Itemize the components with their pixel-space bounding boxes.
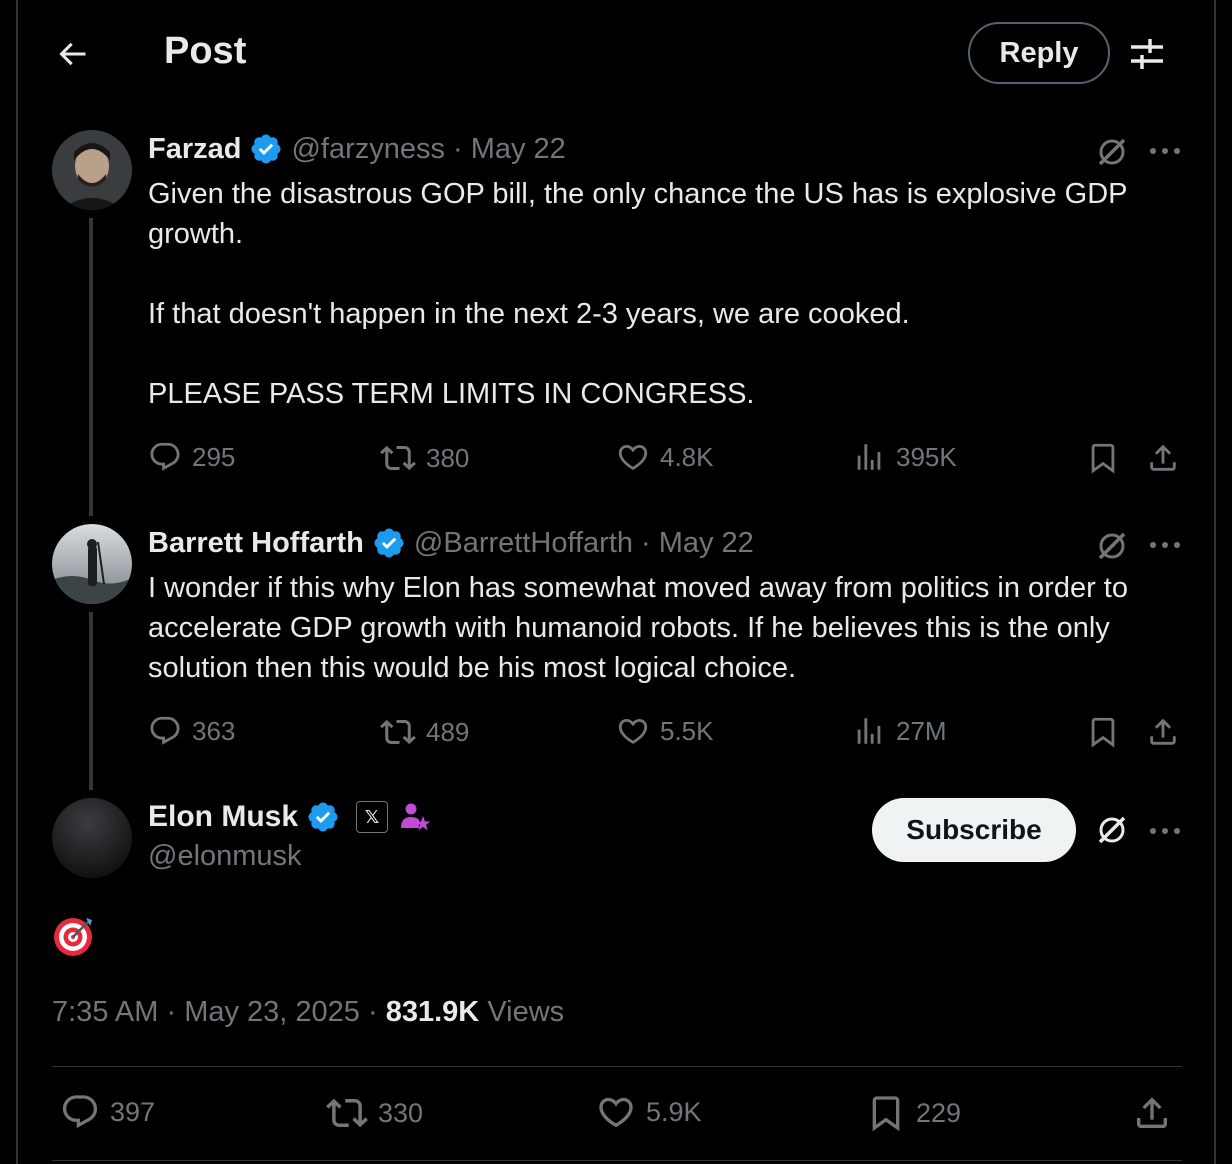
post-date[interactable]: May 23, 2025	[184, 996, 360, 1028]
author-handle[interactable]: @elonmusk	[148, 840, 302, 873]
views-action[interactable]: 27M	[852, 714, 947, 748]
bookmark-action[interactable]: 229	[866, 1092, 961, 1134]
author-name[interactable]: Barrett Hoffarth	[148, 527, 364, 560]
main-post-header: Elon Musk 𝕏	[148, 800, 432, 834]
author-name[interactable]: Farzad	[148, 133, 241, 166]
tweet-text: Given the disastrous GOP bill, the only …	[148, 178, 1127, 410]
views-label: Views	[487, 996, 565, 1028]
verified-badge-icon	[306, 800, 340, 834]
tweet-header: Barrett Hoffarth @BarrettHoffarth · May …	[148, 526, 754, 560]
like-action[interactable]: 4.8K	[616, 440, 714, 474]
thread-connector	[89, 218, 93, 516]
separator: ·	[368, 996, 378, 1028]
page-title: Post	[164, 30, 247, 72]
tweet-header: Farzad @farzyness · May 22	[148, 132, 566, 166]
repost-action[interactable]: 380	[380, 440, 469, 476]
bookmark-count: 229	[916, 1097, 962, 1128]
government-affiliation-icon[interactable]	[398, 800, 432, 834]
grok-icon[interactable]	[1094, 812, 1130, 848]
share-action[interactable]	[1146, 440, 1190, 476]
bookmark-action[interactable]	[1086, 714, 1130, 750]
more-options-icon[interactable]	[1148, 146, 1182, 156]
post-date[interactable]: May 22	[659, 527, 754, 560]
author-handle[interactable]: @BarrettHoffarth	[414, 527, 633, 560]
reply-button[interactable]: Reply	[968, 22, 1110, 84]
like-action[interactable]: 5.5K	[616, 714, 714, 748]
repost-count: 330	[378, 1097, 424, 1128]
reply-count: 397	[110, 1096, 156, 1127]
subscribe-button[interactable]: Subscribe	[872, 798, 1076, 862]
like-count: 5.5K	[660, 715, 714, 746]
separator: ·	[453, 132, 463, 165]
divider	[52, 1066, 1182, 1067]
settings-sliders-icon[interactable]	[1128, 36, 1166, 72]
verified-badge-icon	[249, 132, 283, 166]
more-options-icon[interactable]	[1148, 540, 1182, 550]
post-time[interactable]: 7:35 AM	[52, 996, 158, 1028]
tweet-actions: 295 380 4.8K 395K	[148, 440, 1188, 480]
avatar[interactable]	[52, 130, 132, 210]
reply-action[interactable]: 295	[148, 440, 235, 474]
repost-action[interactable]: 330	[326, 1092, 423, 1134]
separator: ·	[166, 996, 177, 1028]
post-metadata: 7:35 AM · May 23, 2025 · 831.9K Views	[52, 996, 564, 1029]
author-name[interactable]: Elon Musk	[148, 800, 298, 834]
grok-icon[interactable]	[1094, 134, 1130, 170]
like-count: 4.8K	[660, 441, 714, 472]
repost-count: 489	[426, 716, 470, 747]
divider	[52, 1160, 1182, 1161]
view-count: 27M	[896, 715, 947, 746]
back-arrow-icon[interactable]	[54, 36, 90, 72]
post-date[interactable]: May 22	[471, 133, 566, 166]
like-count: 5.9K	[646, 1096, 702, 1127]
separator: ·	[641, 526, 651, 559]
reply-count: 295	[192, 441, 236, 472]
author-handle[interactable]: @farzyness	[291, 133, 445, 166]
repost-action[interactable]: 489	[380, 714, 469, 750]
verified-badge-icon	[372, 526, 406, 560]
x-affiliate-badge-icon[interactable]: 𝕏	[356, 801, 389, 833]
more-options-icon[interactable]	[1148, 826, 1182, 836]
share-action[interactable]	[1132, 1092, 1182, 1134]
avatar[interactable]	[52, 798, 132, 878]
repost-count: 380	[426, 442, 470, 473]
view-count: 395K	[896, 441, 957, 472]
like-action[interactable]: 5.9K	[596, 1092, 702, 1132]
views-action[interactable]: 395K	[852, 440, 957, 474]
reply-action[interactable]: 363	[148, 714, 235, 748]
reply-action[interactable]: 397	[60, 1092, 155, 1132]
tweet-text: I wonder if this why Elon has somewhat m…	[148, 572, 1128, 684]
grok-icon[interactable]	[1094, 528, 1130, 564]
bookmark-action[interactable]	[1086, 440, 1130, 476]
reply-count: 363	[192, 715, 236, 746]
main-post-actions: 397 330 5.9K 229	[52, 1092, 1182, 1136]
avatar[interactable]	[52, 524, 132, 604]
tweet-actions: 363 489 5.5K 27M	[148, 714, 1188, 754]
thread-connector	[89, 612, 93, 790]
target-emoji-icon	[52, 914, 96, 958]
views-count: 831.9K	[385, 996, 480, 1028]
share-action[interactable]	[1146, 714, 1190, 750]
